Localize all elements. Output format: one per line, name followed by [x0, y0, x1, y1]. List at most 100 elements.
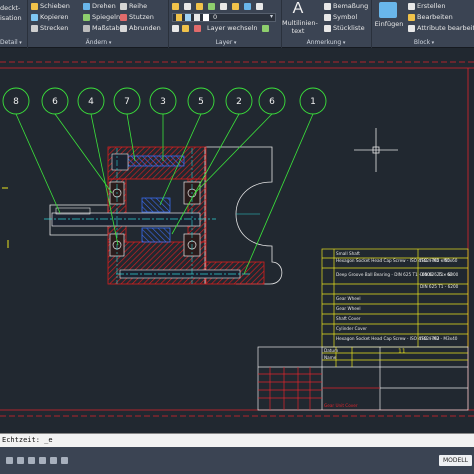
modify-panel-title[interactable]: Ändern — [31, 38, 166, 48]
lineweight-toggle-icon[interactable] — [61, 457, 68, 464]
stretch-button[interactable]: Strecken — [40, 24, 68, 32]
section-view — [44, 146, 265, 285]
drawing-svg: 8 6 4 7 3 5 2 6 1 Small Shaft Hexagon So… — [0, 61, 474, 417]
crosshair-cursor — [354, 128, 398, 172]
command-line-text[interactable]: Echtzeit: _e — [2, 435, 53, 446]
layer-icon[interactable] — [244, 3, 251, 10]
layer-icon — [194, 25, 201, 32]
title-footer-label: Gear Unit Cover — [324, 403, 358, 408]
attribute-edit-icon — [408, 25, 415, 32]
scale-button[interactable]: Maßstab — [92, 24, 120, 32]
title-block — [257, 346, 469, 411]
block-panel-title[interactable]: Block — [374, 38, 474, 48]
ribbon-left-label-1[interactable]: deckt- — [0, 4, 20, 12]
polar-toggle-icon[interactable] — [39, 457, 46, 464]
panel-separator — [27, 0, 28, 48]
fillet-button[interactable]: Abrunden — [129, 24, 161, 32]
osnap-toggle-icon[interactable] — [50, 457, 57, 464]
layer-icon[interactable] — [208, 3, 215, 10]
title-block-text: Datum Name 11 Gear Unit Cover — [324, 348, 406, 408]
callout-number: 2 — [236, 97, 242, 107]
snap-toggle-icon[interactable] — [17, 457, 24, 464]
rotate-icon — [83, 3, 90, 10]
panel-separator — [168, 0, 169, 48]
block-create-icon — [408, 3, 415, 10]
stretch-icon — [31, 25, 38, 32]
multiline-text-button-label-2[interactable]: text — [282, 27, 314, 35]
ribbon-left-label-2[interactable]: isation — [0, 14, 22, 22]
multiline-text-button-label-1[interactable]: Multilinien- — [282, 19, 318, 27]
layer-icon[interactable] — [196, 3, 203, 10]
parts-row-code: ISO 4762 - M5x60 — [420, 258, 458, 263]
layer-icon[interactable] — [184, 3, 191, 10]
callout-number: 7 — [124, 97, 130, 107]
layer-panel-title[interactable]: Layer — [172, 38, 280, 48]
mirror-button[interactable]: Spiegeln — [92, 13, 120, 21]
parts-row-desc: Shaft Cover — [336, 316, 361, 321]
insert-block-icon — [379, 2, 397, 18]
model-space-tab[interactable]: MODELL — [439, 455, 472, 466]
title-field-label: Name — [324, 355, 337, 360]
chevron-down-icon: ▾ — [269, 13, 273, 20]
parts-list-text: Small Shaft Hexagon Socket Head Cap Scre… — [336, 251, 459, 341]
ortho-toggle-icon[interactable] — [28, 457, 35, 464]
lightbulb-icon — [176, 14, 182, 21]
sun-icon — [185, 14, 191, 21]
partslist-button[interactable]: Stückliste — [333, 24, 365, 32]
fillet-icon — [120, 25, 127, 32]
block-edit-button[interactable]: Bearbeiten — [417, 13, 453, 21]
array-button[interactable]: Reihe — [129, 2, 147, 10]
layer-icon[interactable] — [232, 3, 239, 10]
callout-number: 5 — [198, 97, 204, 107]
symbol-button[interactable]: Symbol — [333, 13, 357, 21]
layer-match-icon — [172, 25, 179, 32]
scale-icon — [83, 25, 90, 32]
annotation-panel-title[interactable]: Anmerkung — [284, 38, 368, 48]
layer-icon[interactable] — [220, 3, 227, 10]
drawing-canvas[interactable]: 8 6 4 7 3 5 2 6 1 Small Shaft Hexagon So… — [0, 48, 474, 433]
callout-number: 6 — [269, 97, 275, 107]
status-bar: MODELL — [0, 447, 474, 474]
dimension-button[interactable]: Bemaßung — [333, 2, 368, 10]
current-layer-name: 0 — [213, 13, 218, 21]
panel-separator — [371, 0, 372, 48]
layer-properties-icon[interactable] — [172, 3, 179, 10]
title-field-label: Datum — [324, 348, 338, 353]
ribbon: deckt- isation Detail Schieben Drehen Re… — [0, 0, 474, 48]
grid-toggle-icon[interactable] — [6, 457, 13, 464]
callout-number: 3 — [160, 97, 166, 107]
partslist-icon — [324, 25, 331, 32]
parts-row-code: ISO 4762 - M3x40 — [420, 336, 458, 341]
parts-row-code: DIN 625 T1 - 6200 — [420, 284, 459, 289]
lock-icon — [194, 14, 200, 21]
multiline-text-icon: A — [292, 0, 304, 17]
move-icon — [31, 3, 38, 10]
layer-icon[interactable] — [256, 3, 263, 10]
move-button[interactable]: Schieben — [40, 2, 70, 10]
callout-number: 4 — [88, 97, 94, 107]
block-create-button[interactable]: Erstellen — [417, 2, 445, 10]
dimension-icon — [324, 3, 331, 10]
layer-icon — [182, 25, 189, 32]
callout-number: 8 — [13, 97, 19, 107]
insert-block-button[interactable]: Einfügen — [374, 20, 404, 28]
layer-dropdown[interactable]: 0 ▾ — [172, 13, 276, 22]
symbol-icon — [324, 14, 331, 21]
copy-icon — [31, 14, 38, 21]
parts-row-desc: Gear Wheel — [336, 296, 361, 301]
trim-icon — [120, 14, 127, 21]
parts-row-desc: Gear Wheel — [336, 306, 361, 311]
attribute-edit-button[interactable]: Attribute bearbeiten — [417, 24, 474, 32]
drawing-frame — [0, 61, 474, 417]
trim-button[interactable]: Stutzen — [129, 13, 154, 21]
parts-row-code: DIN 625 T1 - 6000 — [420, 272, 459, 277]
command-line[interactable]: Echtzeit: _e — [0, 433, 474, 447]
copy-button[interactable]: Kopieren — [40, 13, 69, 21]
block-edit-icon — [408, 14, 415, 21]
rotate-button[interactable]: Drehen — [92, 2, 116, 10]
layer-match-button[interactable]: Layer wechseln — [207, 24, 258, 32]
array-icon — [120, 3, 127, 10]
parts-row-desc: Cylinder Cover — [336, 326, 367, 331]
layer-icon — [262, 25, 269, 32]
ribbon-left-panel-title[interactable]: Detail — [0, 38, 22, 48]
